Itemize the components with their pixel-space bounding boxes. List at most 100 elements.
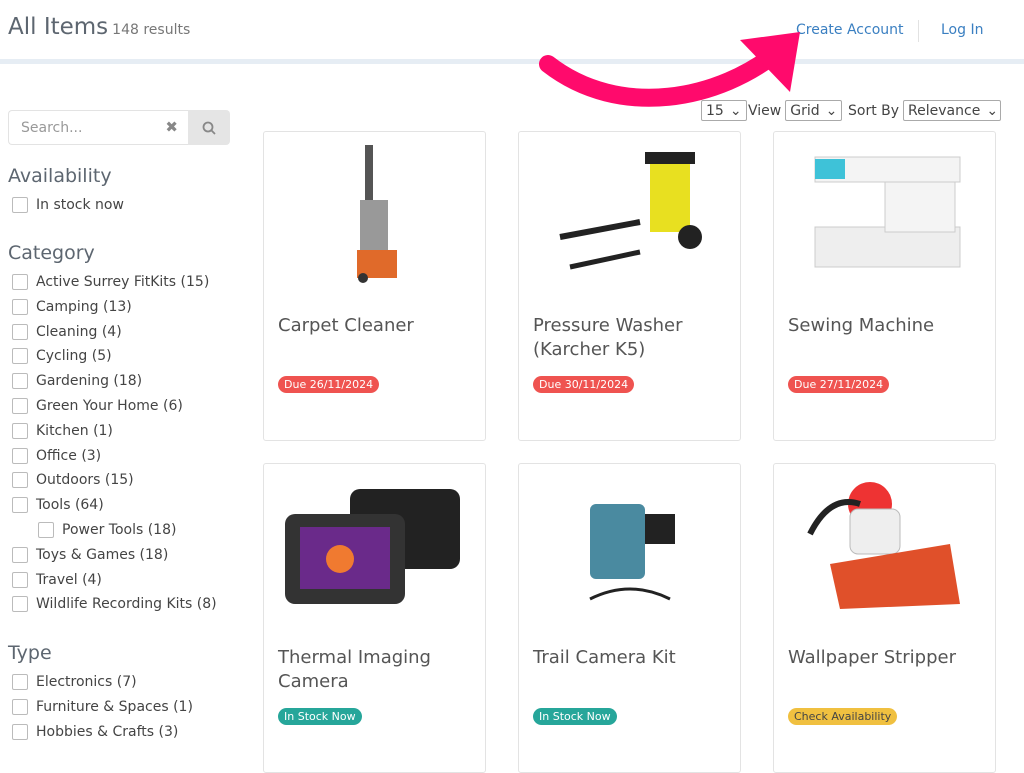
item-name[interactable]: Trail Camera Kit xyxy=(533,646,733,670)
filter-label: Travel (4) xyxy=(36,571,102,588)
status-badge: Due 27/11/2024 xyxy=(788,376,890,393)
clear-icon[interactable]: ✖ xyxy=(165,118,178,136)
search-icon xyxy=(202,121,216,135)
filter-category-item[interactable]: Wildlife Recording Kits (8) xyxy=(12,596,217,613)
checkbox[interactable] xyxy=(12,274,28,290)
checkbox[interactable] xyxy=(12,197,28,213)
status-badge: Check Availability xyxy=(788,708,898,725)
filter-category-item[interactable]: Toys & Games (18) xyxy=(12,546,168,563)
item-image[interactable] xyxy=(274,137,475,287)
status-badge: In Stock Now xyxy=(278,708,362,725)
view-control: View Grid ⌄ xyxy=(748,100,843,121)
filter-type-item[interactable]: Hobbies & Crafts (3) xyxy=(12,724,178,740)
item-card[interactable]: Thermal Imaging Camera In Stock Now xyxy=(263,463,486,773)
checkbox[interactable] xyxy=(12,497,28,514)
filter-label: Cleaning (4) xyxy=(36,323,122,340)
filter-label: Kitchen (1) xyxy=(36,422,113,439)
checkbox[interactable] xyxy=(12,298,28,315)
filter-label: Power Tools (18) xyxy=(62,522,177,538)
item-name[interactable]: Carpet Cleaner xyxy=(278,314,478,338)
view-select[interactable]: Grid ⌄ xyxy=(785,100,843,121)
login-link[interactable]: Log In xyxy=(941,22,983,38)
item-card[interactable]: Wallpaper Stripper Check Availability xyxy=(773,463,996,773)
filter-type-item[interactable]: Electronics (7) xyxy=(12,674,137,690)
filter-category-item[interactable]: Power Tools (18) xyxy=(38,522,176,538)
checkbox[interactable] xyxy=(12,571,28,588)
item-card[interactable]: Carpet Cleaner Due 26/11/2024 xyxy=(263,131,486,441)
filter-label: Tools (64) xyxy=(36,497,104,514)
item-image[interactable] xyxy=(529,469,730,619)
checkbox[interactable] xyxy=(12,724,28,740)
checkbox[interactable] xyxy=(12,447,28,464)
item-card[interactable]: Pressure Washer (Karcher K5) Due 30/11/20… xyxy=(518,131,741,441)
filter-category-item[interactable]: Gardening (18) xyxy=(12,373,143,390)
filter-label: Outdoors (15) xyxy=(36,472,134,489)
filter-label: Office (3) xyxy=(36,447,102,464)
checkbox[interactable] xyxy=(38,522,54,538)
item-image[interactable] xyxy=(529,137,730,287)
filter-category-item[interactable]: Cleaning (4) xyxy=(12,323,122,340)
filter-category-item[interactable]: Outdoors (15) xyxy=(12,472,134,489)
status-badge: Due 30/11/2024 xyxy=(533,376,635,393)
item-name[interactable]: Pressure Washer (Karcher K5) xyxy=(533,314,733,362)
filter-label: Wildlife Recording Kits (8) xyxy=(36,596,217,613)
item-card[interactable]: Trail Camera Kit In Stock Now xyxy=(518,463,741,773)
search-button[interactable] xyxy=(188,110,230,145)
nav-divider xyxy=(918,20,919,42)
results-count: 148 results xyxy=(112,22,191,38)
item-name[interactable]: Thermal Imaging Camera xyxy=(278,646,478,694)
checkbox[interactable] xyxy=(12,699,28,715)
show-value: 15 xyxy=(706,102,724,119)
checkbox[interactable] xyxy=(12,373,28,390)
search-placeholder: Search... xyxy=(21,120,83,136)
checkbox[interactable] xyxy=(12,422,28,439)
checkbox[interactable] xyxy=(12,674,28,690)
item-image[interactable] xyxy=(784,137,985,287)
filter-label: Camping (13) xyxy=(36,298,132,315)
sort-label: Sort By xyxy=(848,102,900,119)
filter-category-item[interactable]: Tools (64) xyxy=(12,497,104,514)
checkbox[interactable] xyxy=(12,323,28,340)
availability-heading: Availability xyxy=(8,165,112,187)
filter-category-item[interactable]: Travel (4) xyxy=(12,571,102,588)
item-image[interactable] xyxy=(274,469,475,619)
checkbox[interactable] xyxy=(12,348,28,365)
filter-category-item[interactable]: Active Surrey FitKits (15) xyxy=(12,274,209,290)
filter-label: Active Surrey FitKits (15) xyxy=(36,274,210,290)
filter-category-item[interactable]: Cycling (5) xyxy=(12,348,112,365)
view-value: Grid xyxy=(790,102,820,119)
page-title-text: All Items xyxy=(8,14,109,40)
filter-category-item[interactable]: Kitchen (1) xyxy=(12,422,113,439)
filter-label: Gardening (18) xyxy=(36,373,143,390)
item-image[interactable] xyxy=(784,469,985,619)
filter-category-item[interactable]: Camping (13) xyxy=(12,298,132,315)
filter-label: Furniture & Spaces (1) xyxy=(36,699,193,715)
filter-label: Cycling (5) xyxy=(36,348,112,365)
chevron-down-icon: ⌄ xyxy=(986,102,999,119)
filter-label: In stock now xyxy=(36,197,124,213)
filter-type-item[interactable]: Furniture & Spaces (1) xyxy=(12,699,193,715)
create-account-link[interactable]: Create Account xyxy=(796,22,904,38)
filter-category-item[interactable]: Green Your Home (6) xyxy=(12,398,183,414)
checkbox[interactable] xyxy=(12,398,28,414)
filter-category-item[interactable]: Office (3) xyxy=(12,447,102,464)
sort-value: Relevance xyxy=(908,102,981,119)
sort-select[interactable]: Relevance ⌄ xyxy=(903,100,1002,121)
status-badge: Due 26/11/2024 xyxy=(278,376,380,393)
category-heading: Category xyxy=(8,242,95,264)
show-select[interactable]: 15 ⌄ xyxy=(701,100,747,121)
checkbox[interactable] xyxy=(12,546,28,563)
filter-label: Electronics (7) xyxy=(36,674,137,690)
checkbox[interactable] xyxy=(12,472,28,489)
item-name[interactable]: Sewing Machine xyxy=(788,314,988,338)
status-badge: In Stock Now xyxy=(533,708,617,725)
item-name[interactable]: Wallpaper Stripper xyxy=(788,646,988,670)
item-card[interactable]: Sewing Machine Due 27/11/2024 xyxy=(773,131,996,441)
checkbox[interactable] xyxy=(12,596,28,613)
filter-label: Green Your Home (6) xyxy=(36,398,183,414)
filter-label: Hobbies & Crafts (3) xyxy=(36,724,179,740)
filter-in-stock[interactable]: In stock now xyxy=(12,197,124,213)
chevron-down-icon: ⌄ xyxy=(729,102,742,119)
sort-control: Sort By Relevance ⌄ xyxy=(848,100,1002,121)
search-input[interactable]: Search... ✖ xyxy=(8,110,188,145)
